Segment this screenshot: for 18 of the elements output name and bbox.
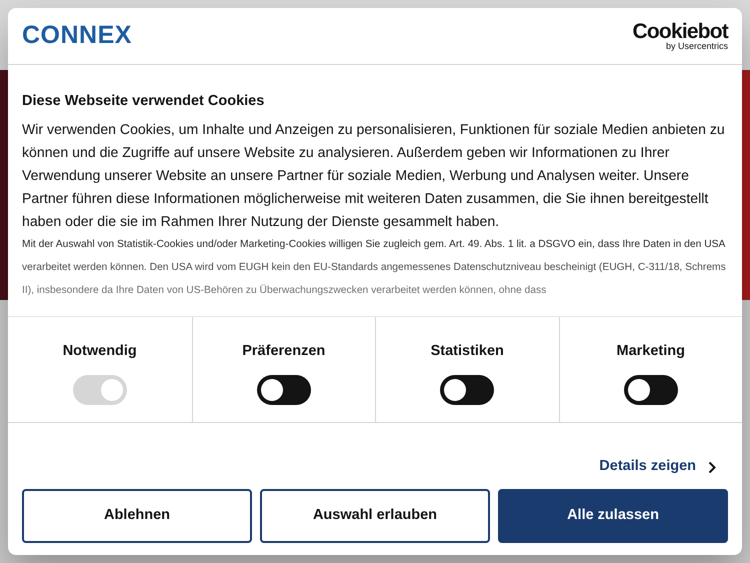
toggle-switch[interactable] bbox=[440, 374, 494, 405]
cookie-description: Wir verwenden Cookies, um Inhalte und Anzeigen zu personalisieren, Funktionen für soziale Medien anbieten zu können und die Zugriffe auf unsere Website zu analysieren. Außerdem geben wir Informationen zu Ihrer Verwendung unserer Website an unsere Partner für soziale Medien, Werbung und Analysen weiter. Unsere Partner führen diese Informationen möglicherweise mit weiteren Daten zusammen, die Sie ihnen bereitgestellt haben oder die sie im Rahmen Ihrer Nutzung der Dienste gesammelt haben. bbox=[22, 120, 726, 232]
accept-all-button[interactable]: Alle zulassen bbox=[498, 489, 728, 543]
provider-logo-text: Cookiebot bbox=[632, 21, 728, 42]
category-label: Statistiken bbox=[430, 342, 504, 361]
toggle-switch[interactable] bbox=[256, 374, 311, 405]
logo-text: CONNEX bbox=[22, 20, 132, 52]
details-link[interactable]: Details zeigen bbox=[599, 456, 696, 478]
category-label: Notwendig bbox=[62, 342, 137, 361]
chevron-right-icon bbox=[708, 460, 716, 474]
category-label: Marketing bbox=[616, 342, 685, 361]
toggle-switch[interactable] bbox=[624, 374, 678, 405]
consent-button[interactable]: Auswahl erlauben bbox=[260, 489, 490, 543]
provider-byline: by Usercentrics bbox=[666, 42, 728, 51]
dialog-title: Diese Webseite verwendet Cookies bbox=[22, 93, 266, 110]
category-label: Präferenzen bbox=[242, 342, 326, 361]
consent-button[interactable]: Ablehnen bbox=[22, 489, 252, 543]
data-transfer-notice: Mit der Auswahl von Statistik-Cookies und/oder Marketing-Cookies willigen Sie zugleich gem. Art. 49. Abs. 1 lit. a DSGVO ein, dass Ihre Daten in den USA verarbeitet werden können. Den USA wird vom EUGH kein den EU-Standards angemessenes Datenschutzniveau bescheinigt (EUGH, C-311/18, Schrems II), insbesondere da Ihre Daten von US-Behören zu Überwachungszwecken verarbeitet werden können, ohne dass bbox=[22, 238, 727, 298]
